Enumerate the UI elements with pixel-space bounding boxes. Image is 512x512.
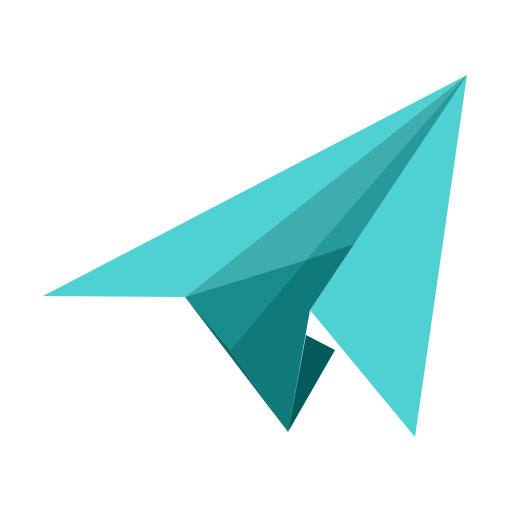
icon-canvas [0,0,512,512]
paper-plane-icon [43,75,467,437]
